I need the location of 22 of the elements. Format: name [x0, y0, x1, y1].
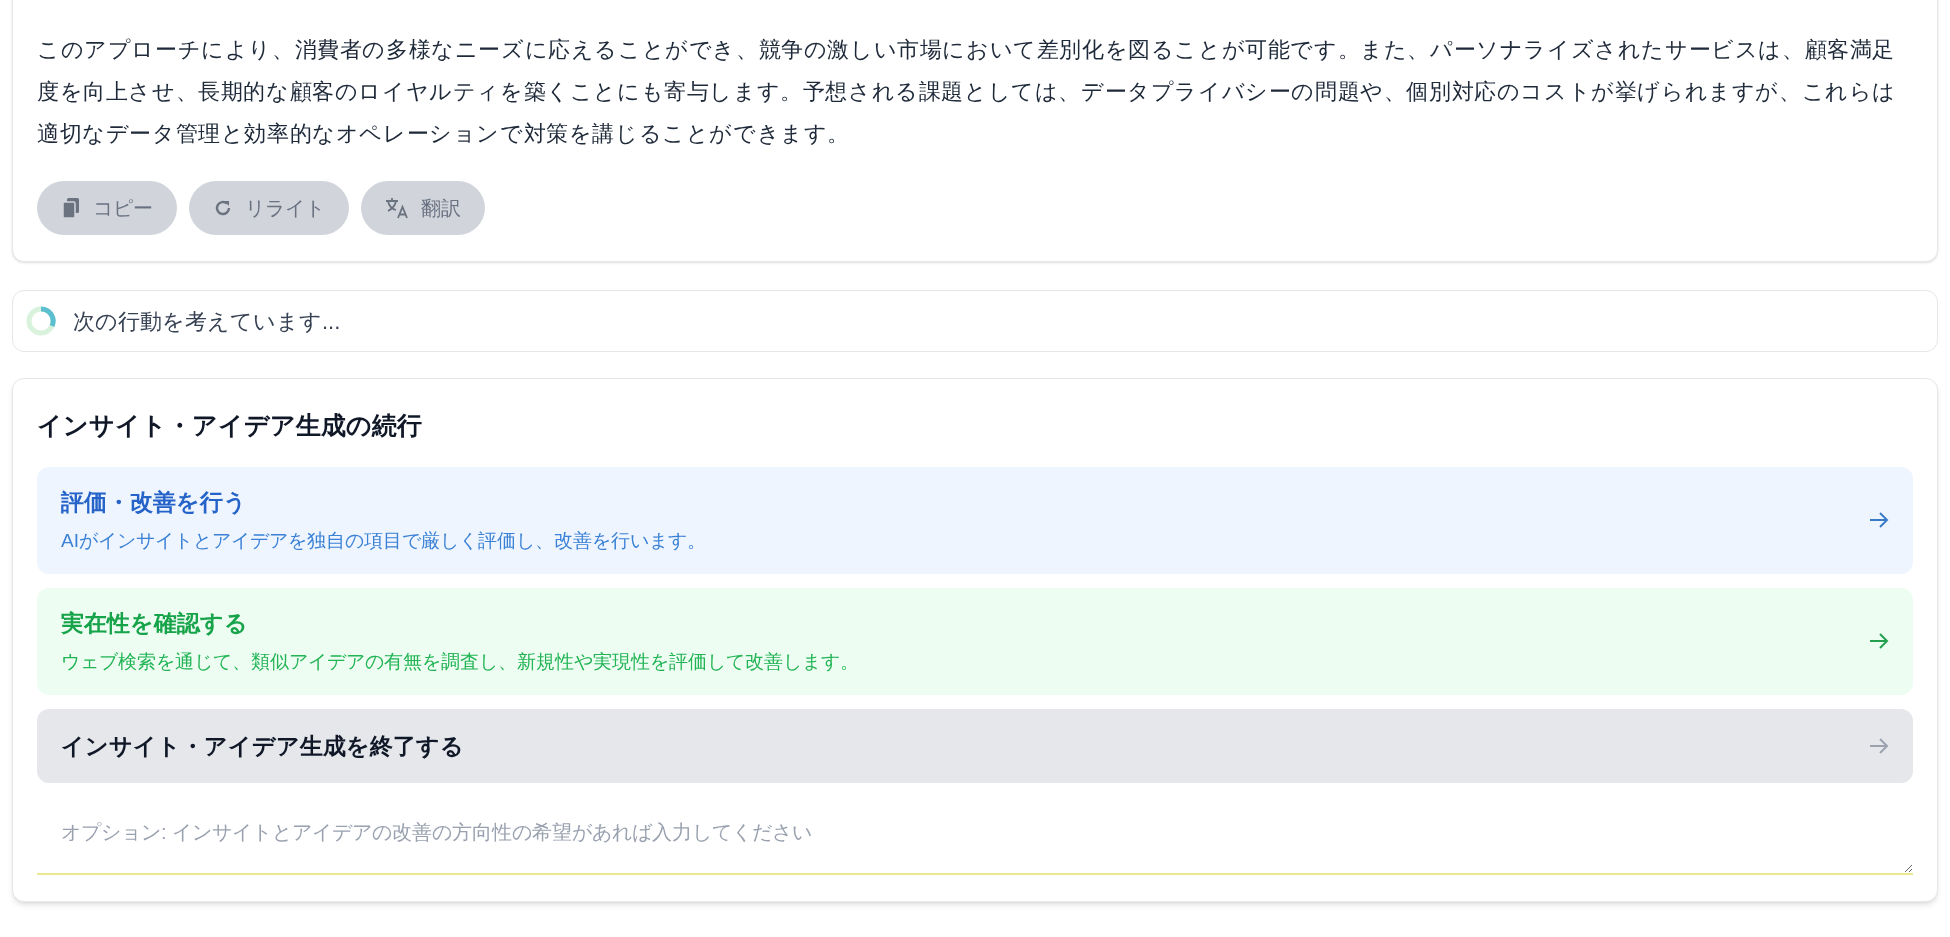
option-title: 実在性を確認する — [61, 608, 249, 638]
status-text: 次の行動を考えています... — [73, 307, 341, 336]
option-card[interactable]: 実在性を確認する ウェブ検索を通じて、類似アイデアの有無を調査し、新規性や実現性を評価して改善します。 — [37, 587, 1913, 695]
section-title: インサイト・アイデア生成の続行 — [37, 410, 423, 441]
option-description: AIがインサイトとアイデアを独自の項目で厳しく評価し、改善を行います。 — [61, 529, 706, 553]
refresh-icon — [213, 198, 233, 218]
option-card[interactable]: 評価・改善を行う AIがインサイトとアイデアを独自の項目で厳しく評価し、改善を行います。 — [37, 466, 1913, 574]
option-input[interactable]: オプション: インサイトとアイデアの改善の方向性の希望があれば入力してください — [37, 801, 1913, 875]
document-icon — [61, 197, 81, 219]
spinner-icon — [25, 305, 57, 337]
arrow-right-icon — [1869, 512, 1889, 528]
action-button[interactable]: 翻訳 — [361, 181, 485, 235]
action-button[interactable]: リライト — [189, 181, 349, 235]
arrow-right-icon — [1869, 633, 1889, 649]
translate-icon — [385, 197, 409, 219]
response-text: このアプローチにより、消費者の多様なニーズに応えることができ、競争の激しい市場において差別化を図ることが可能です。また、パーソナライズされたサービスは、顧客満足度を向上させ、長期的な顧客のロイヤルティを築くことにも寄与します。予想される課題としては、データプライバシーの問題や、個別対応のコストが挙げられますが、これらは適切なデータ管理と効率的なオペレーションで対策を講じることができます。 — [37, 36, 1897, 148]
option-description: ウェブ検索を通じて、類似アイデアの有無を調査し、新規性や実現性を評価して改善します。 — [61, 650, 859, 674]
arrow-right-icon — [1869, 737, 1889, 754]
action-button[interactable]: コピー — [37, 181, 177, 235]
option-title: 評価・改善を行う — [61, 487, 248, 517]
option-title: インサイト・アイデア生成を終了する — [61, 731, 464, 761]
option-card[interactable]: インサイト・アイデア生成を終了する — [37, 708, 1913, 783]
